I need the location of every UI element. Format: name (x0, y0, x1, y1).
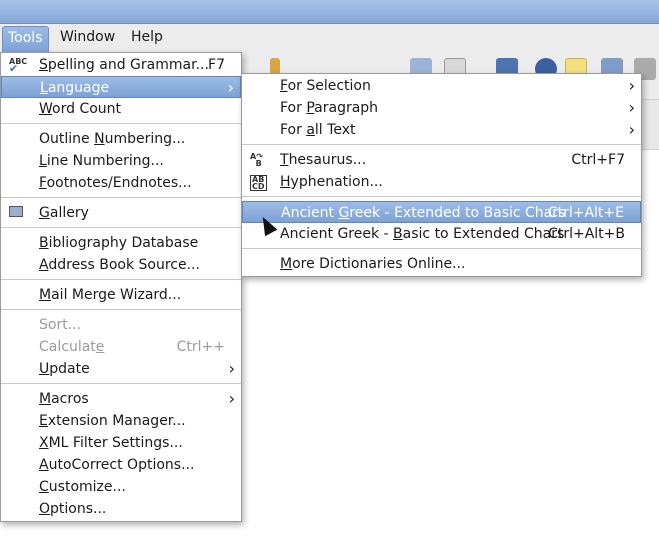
menu-item-extension-manager[interactable]: Extension Manager... (1, 410, 241, 432)
menu-item-address-book-source[interactable]: Address Book Source... (1, 254, 241, 276)
menu-item-label: XML Filter Settings... (39, 435, 183, 451)
menu-separator (1, 197, 241, 198)
menu-item-for-selection[interactable]: For Selection › (242, 75, 641, 97)
menu-separator (1, 227, 241, 228)
menu-item-label: Ancient Greek - Basic to Extended Chars (280, 226, 565, 242)
menu-item-bibliography-database[interactable]: Bibliography Database (1, 232, 241, 254)
menu-separator (242, 196, 641, 197)
menu-item-macros[interactable]: Macros › (1, 388, 241, 410)
menu-item-label: Footnotes/Endnotes... (39, 175, 192, 191)
menu-item-label: Hyphenation... (280, 174, 383, 190)
menu-item-calculate: Calculate Ctrl++ (1, 336, 241, 358)
menu-item-shortcut: F7 (208, 57, 225, 73)
menu-item-label: Thesaurus... (280, 152, 367, 168)
menu-separator (242, 248, 641, 249)
menu-separator (1, 279, 241, 280)
menu-item-gallery[interactable]: Gallery (1, 202, 241, 224)
menu-window[interactable]: Window (55, 26, 120, 52)
menu-item-mail-merge-wizard[interactable]: Mail Merge Wizard... (1, 284, 241, 306)
menu-item-sort: Sort... (1, 314, 241, 336)
menu-item-label: Mail Merge Wizard... (39, 287, 182, 303)
menu-item-label: Extension Manager... (39, 413, 186, 429)
chevron-right-icon: › (628, 76, 635, 95)
menu-item-label: Sort... (39, 317, 82, 333)
menu-item-label: Calculate (39, 339, 105, 355)
menu-item-label: Line Numbering... (39, 153, 164, 169)
menu-item-for-paragraph[interactable]: For Paragraph › (242, 97, 641, 119)
menu-item-label: Language (40, 80, 110, 96)
menu-item-label: Customize... (39, 479, 126, 495)
menu-item-spelling-and-grammar[interactable]: ABC ✔ Spelling and Grammar... F7 (1, 54, 241, 76)
menu-item-label: AutoCorrect Options... (39, 457, 195, 473)
spellcheck-icon: ABC ✔ (9, 57, 28, 75)
menu-separator (1, 383, 241, 384)
menu-item-label: Ancient Greek - Extended to Basic Chars (281, 205, 566, 221)
menu-item-label: Outline Numbering... (39, 131, 186, 147)
menu-item-hyphenation[interactable]: AB CD Hyphenation... (242, 171, 641, 193)
menu-item-label: For Paragraph (280, 100, 379, 116)
language-submenu: For Selection › For Paragraph › For all Text… (241, 73, 642, 277)
chevron-right-icon: › (227, 78, 234, 97)
menu-item-shortcut: Ctrl+F7 (571, 152, 625, 168)
menu-item-label: Bibliography Database (39, 235, 199, 251)
menu-item-label: Word Count (39, 101, 122, 117)
menu-bar: Tools Window Help (0, 24, 659, 52)
menu-item-label: For all Text (280, 122, 356, 138)
menu-item-ancient-greek-basic-to-extended-chars[interactable]: Ancient Greek - Basic to Extended Chars C… (242, 223, 641, 245)
menu-item-label: More Dictionaries Online... (280, 256, 466, 272)
thesaurus-icon: A↷ B (250, 152, 263, 168)
menu-item-for-all-text[interactable]: For all Text › (242, 119, 641, 141)
menu-item-shortcut: Ctrl+Alt+E (547, 205, 624, 221)
menu-separator (1, 309, 241, 310)
menu-item-label: Options... (39, 501, 107, 517)
chevron-right-icon: › (228, 389, 235, 408)
menu-item-label: Spelling and Grammar... (39, 57, 209, 73)
menu-item-autocorrect-options[interactable]: AutoCorrect Options... (1, 454, 241, 476)
chevron-right-icon: › (628, 120, 635, 139)
menu-help[interactable]: Help (126, 26, 168, 52)
menu-item-label: Address Book Source... (39, 257, 200, 273)
menu-item-line-numbering[interactable]: Line Numbering... (1, 150, 241, 172)
menu-tools[interactable]: Tools (2, 26, 49, 52)
hyphenation-icon: AB CD (250, 175, 267, 191)
chevron-right-icon: › (628, 98, 635, 117)
menu-item-label: Update (39, 361, 90, 377)
menu-item-ancient-greek-extended-to-basic-chars[interactable]: Ancient Greek - Extended to Basic Chars C… (242, 201, 641, 223)
menu-item-footnotes-endnotes[interactable]: Footnotes/Endnotes... (1, 172, 241, 194)
menu-item-shortcut: Ctrl++ (176, 339, 225, 355)
title-bar (0, 0, 659, 24)
menu-item-update[interactable]: Update › (1, 358, 241, 380)
menu-item-outline-numbering[interactable]: Outline Numbering... (1, 128, 241, 150)
chevron-right-icon: › (228, 359, 235, 378)
menu-item-options[interactable]: Options... (1, 498, 241, 520)
gallery-icon (9, 206, 25, 220)
menu-item-more-dictionaries-online[interactable]: More Dictionaries Online... (242, 253, 641, 275)
menu-item-customize[interactable]: Customize... (1, 476, 241, 498)
menu-separator (242, 144, 641, 145)
tools-menu: ABC ✔ Spelling and Grammar... F7 Language › Wo… (0, 52, 242, 522)
menu-item-word-count[interactable]: Word Count (1, 98, 241, 120)
menu-separator (1, 123, 241, 124)
menu-item-label: Gallery (39, 205, 89, 221)
menu-item-shortcut: Ctrl+Alt+B (548, 226, 625, 242)
menu-item-label: Macros (39, 391, 89, 407)
menu-item-xml-filter-settings[interactable]: XML Filter Settings... (1, 432, 241, 454)
menu-item-thesaurus[interactable]: A↷ B Thesaurus... Ctrl+F7 (242, 149, 641, 171)
menu-item-language[interactable]: Language › (1, 76, 241, 98)
menu-item-label: For Selection (280, 78, 371, 94)
